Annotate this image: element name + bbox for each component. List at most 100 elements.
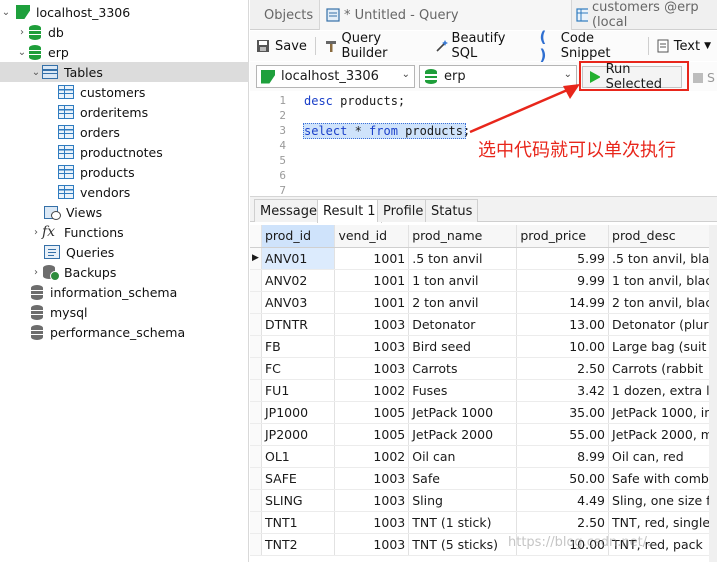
cell-prod-name[interactable]: .5 ton anvil bbox=[408, 247, 518, 270]
cell-prod-price[interactable]: 3.42 bbox=[516, 379, 610, 402]
cell-prod-id[interactable]: TNT2 bbox=[261, 533, 336, 556]
tree-db-mysql[interactable]: mysql bbox=[0, 302, 249, 322]
column-header[interactable]: vend_id bbox=[334, 225, 410, 248]
cell-prod-desc[interactable]: 2 ton anvil, blac bbox=[608, 291, 717, 314]
table-row[interactable]: ▶ ANV01 1001.5 ton anvil 5.99.5 ton anvil, … bbox=[250, 247, 717, 270]
cell-prod-desc[interactable]: Sling, one size f bbox=[608, 489, 717, 512]
column-header[interactable]: prod_id bbox=[261, 225, 336, 248]
cell-prod-id[interactable]: JP1000 bbox=[261, 401, 336, 424]
cell-prod-desc[interactable]: .5 ton anvil, bla bbox=[608, 247, 717, 270]
table-row[interactable]: ANV03 1001 2 ton anvil 14.99 2 ton anvil, bl… bbox=[250, 291, 717, 314]
table-row[interactable]: OL1 1002 Oil can 8.99 Oil can, red bbox=[250, 445, 717, 468]
tab-message[interactable]: Message bbox=[254, 199, 323, 222]
table-row[interactable]: TNT1 1003 TNT (1 stick) 2.50 TNT, red, singl… bbox=[250, 511, 717, 534]
cell-vend-id[interactable]: 1002 bbox=[334, 379, 410, 402]
tree-views[interactable]: Views bbox=[0, 202, 249, 222]
cell-prod-desc[interactable]: Carrots (rabbit bbox=[608, 357, 717, 380]
cell-prod-desc[interactable]: JetPack 1000, in bbox=[608, 401, 717, 424]
cell-prod-id[interactable]: FC bbox=[261, 357, 336, 380]
chevron-down-icon[interactable]: ⌄ bbox=[30, 67, 42, 78]
text-mode-button[interactable]: Text ▼ bbox=[651, 34, 717, 58]
cell-prod-price[interactable]: 10.00 bbox=[516, 335, 610, 358]
cell-prod-name[interactable]: 1 ton anvil bbox=[408, 269, 518, 292]
tree-connection[interactable]: ⌄ localhost_3306 bbox=[0, 2, 249, 22]
cell-vend-id[interactable]: 1001 bbox=[334, 247, 410, 270]
tree-functions[interactable]: › fx Functions bbox=[0, 222, 249, 242]
cell-prod-desc[interactable]: TNT, red, single bbox=[608, 511, 717, 534]
cell-prod-price[interactable]: 8.99 bbox=[516, 445, 610, 468]
chevron-down-icon[interactable]: ⌄ bbox=[0, 7, 12, 18]
column-header[interactable]: prod_price bbox=[516, 225, 610, 248]
cell-vend-id[interactable]: 1003 bbox=[334, 533, 410, 556]
cell-vend-id[interactable]: 1003 bbox=[334, 489, 410, 512]
query-builder-button[interactable]: Query Builder bbox=[318, 31, 429, 61]
cell-prod-price[interactable]: 2.50 bbox=[516, 357, 610, 380]
chevron-right-icon[interactable]: › bbox=[16, 27, 28, 38]
tab-profile[interactable]: Profile bbox=[377, 199, 430, 222]
table-row[interactable]: FC 1003 Carrots 2.50 Carrots (rabbit bbox=[250, 357, 717, 380]
cell-vend-id[interactable]: 1002 bbox=[334, 445, 410, 468]
cell-prod-id[interactable]: SLING bbox=[261, 489, 336, 512]
cell-prod-price[interactable]: 35.00 bbox=[516, 401, 610, 424]
cell-prod-name[interactable]: Fuses bbox=[408, 379, 518, 402]
tab-objects[interactable]: Objects bbox=[250, 0, 320, 30]
cell-prod-price[interactable]: 5.99 bbox=[516, 247, 610, 270]
cell-prod-name[interactable]: Sling bbox=[408, 489, 518, 512]
tree-table-productnotes[interactable]: productnotes bbox=[0, 142, 249, 162]
table-row[interactable]: SLING 1003 Sling 4.49 Sling, one size f bbox=[250, 489, 717, 512]
cell-prod-desc[interactable]: 1 ton anvil, blac bbox=[608, 269, 717, 292]
column-header[interactable]: prod_name bbox=[408, 225, 518, 248]
beautify-sql-button[interactable]: Beautify SQL bbox=[429, 31, 534, 61]
cell-prod-desc[interactable]: Oil can, red bbox=[608, 445, 717, 468]
column-header[interactable]: prod_desc bbox=[608, 225, 717, 248]
tree-db-erp[interactable]: ⌄ erp bbox=[0, 42, 249, 62]
result-grid[interactable]: prod_id vend_id prod_name prod_price pro… bbox=[250, 225, 717, 562]
cell-vend-id[interactable]: 1003 bbox=[334, 511, 410, 534]
save-button[interactable]: Save bbox=[250, 34, 313, 58]
vertical-scrollbar[interactable] bbox=[709, 225, 717, 562]
cell-prod-id[interactable]: FU1 bbox=[261, 379, 336, 402]
table-row[interactable]: JP2000 1005 JetPack 2000 55.00 JetPack 2000,… bbox=[250, 423, 717, 446]
table-row[interactable]: JP1000 1005 JetPack 1000 35.00 JetPack 1000,… bbox=[250, 401, 717, 424]
tree-table-vendors[interactable]: vendors bbox=[0, 182, 249, 202]
cell-prod-name[interactable]: JetPack 1000 bbox=[408, 401, 518, 424]
cell-prod-id[interactable]: OL1 bbox=[261, 445, 336, 468]
connection-select[interactable]: localhost_3306 ⌄ bbox=[256, 65, 415, 88]
table-row[interactable]: ANV02 1001 1 ton anvil 9.99 1 ton anvil, bla… bbox=[250, 269, 717, 292]
tree-db-information-schema[interactable]: information_schema bbox=[0, 282, 249, 302]
cell-prod-name[interactable]: JetPack 2000 bbox=[408, 423, 518, 446]
cell-prod-name[interactable]: Bird seed bbox=[408, 335, 518, 358]
cell-prod-desc[interactable]: 1 dozen, extra l bbox=[608, 379, 717, 402]
cell-prod-id[interactable]: SAFE bbox=[261, 467, 336, 490]
cell-prod-id[interactable]: DTNTR bbox=[261, 313, 336, 336]
cell-vend-id[interactable]: 1003 bbox=[334, 467, 410, 490]
tree-table-products[interactable]: products bbox=[0, 162, 249, 182]
cell-prod-desc[interactable]: Large bag (suit bbox=[608, 335, 717, 358]
chevron-down-icon[interactable]: ⌄ bbox=[16, 47, 28, 58]
stop-button[interactable]: S bbox=[693, 70, 715, 85]
cell-prod-name[interactable]: TNT (1 stick) bbox=[408, 511, 518, 534]
tree-tables[interactable]: ⌄ Tables bbox=[0, 62, 249, 82]
cell-prod-name[interactable]: Detonator bbox=[408, 313, 518, 336]
cell-prod-name[interactable]: Carrots bbox=[408, 357, 518, 380]
cell-prod-price[interactable]: 4.49 bbox=[516, 489, 610, 512]
cell-prod-name[interactable]: TNT (5 sticks) bbox=[408, 533, 518, 556]
cell-prod-price[interactable]: 14.99 bbox=[516, 291, 610, 314]
chevron-right-icon[interactable]: › bbox=[30, 227, 42, 238]
cell-vend-id[interactable]: 1003 bbox=[334, 357, 410, 380]
cell-vend-id[interactable]: 1005 bbox=[334, 401, 410, 424]
cell-prod-id[interactable]: FB bbox=[261, 335, 336, 358]
code-snippet-button[interactable]: ( ) Code Snippet bbox=[534, 28, 646, 64]
cell-prod-name[interactable]: Safe bbox=[408, 467, 518, 490]
tree-table-orderitems[interactable]: orderitems bbox=[0, 102, 249, 122]
cell-prod-price[interactable]: 13.00 bbox=[516, 313, 610, 336]
cell-prod-id[interactable]: ANV01 bbox=[261, 247, 336, 270]
cell-vend-id[interactable]: 1003 bbox=[334, 335, 410, 358]
tree-table-customers[interactable]: customers bbox=[0, 82, 249, 102]
cell-prod-name[interactable]: 2 ton anvil bbox=[408, 291, 518, 314]
tree-table-orders[interactable]: orders bbox=[0, 122, 249, 142]
cell-prod-price[interactable]: 55.00 bbox=[516, 423, 610, 446]
table-row[interactable]: FU1 1002 Fuses 3.42 1 dozen, extra l bbox=[250, 379, 717, 402]
tab-query[interactable]: * Untitled - Query bbox=[320, 0, 572, 30]
cell-vend-id[interactable]: 1001 bbox=[334, 291, 410, 314]
